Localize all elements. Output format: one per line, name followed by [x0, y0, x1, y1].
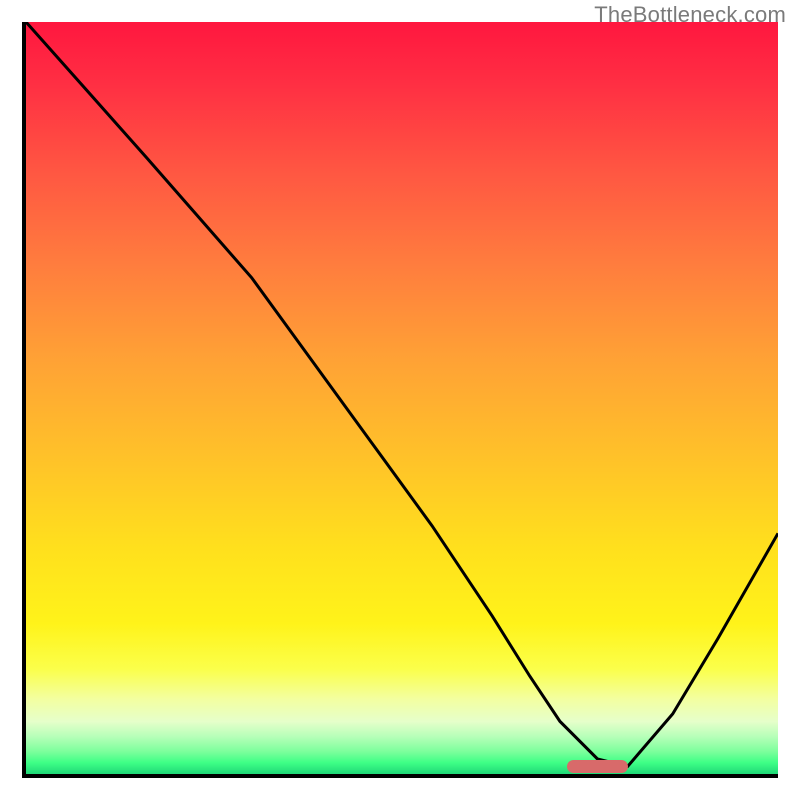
curve-path	[26, 22, 778, 766]
chart-container: TheBottleneck.com	[0, 0, 800, 800]
bottleneck-curve	[26, 22, 778, 774]
optimal-zone-marker	[567, 760, 627, 774]
plot-area	[22, 22, 778, 778]
